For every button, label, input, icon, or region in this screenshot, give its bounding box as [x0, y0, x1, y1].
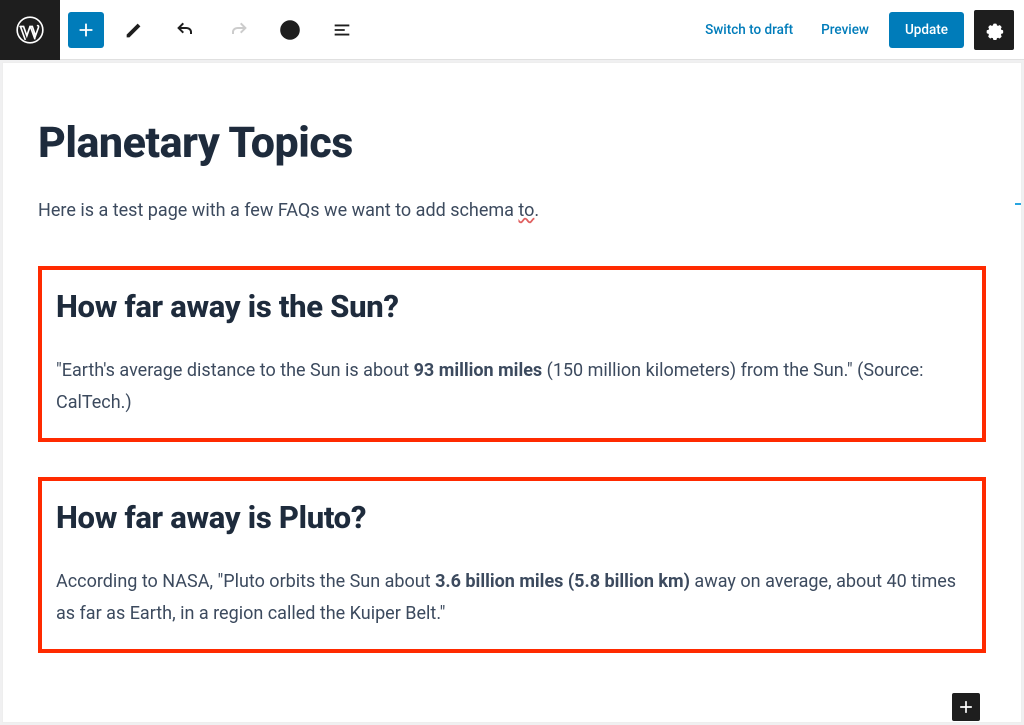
answer-text-pre: "Earth's average distance to the Sun is …	[56, 360, 414, 381]
tools-button[interactable]	[112, 8, 156, 52]
editor-canvas: Planetary Topics Here is a test page wit…	[2, 62, 1022, 723]
intro-paragraph[interactable]: Here is a test page with a few FAQs we w…	[38, 200, 986, 221]
answer-text-bold: 3.6 billion miles (5.8 billion km)	[435, 571, 690, 592]
outline-button[interactable]	[320, 8, 364, 52]
page-title[interactable]: Planetary Topics	[38, 118, 986, 168]
intro-text-pre: Here is a test page with a few FAQs we w…	[38, 200, 518, 221]
settings-button[interactable]	[974, 10, 1014, 50]
undo-button[interactable]	[164, 8, 208, 52]
intro-text-post: .	[534, 200, 539, 221]
details-button[interactable]	[268, 8, 312, 52]
answer-text-pre: According to NASA, "Pluto orbits the Sun…	[56, 571, 435, 592]
switch-to-draft-button[interactable]: Switch to draft	[691, 22, 807, 38]
faq-heading[interactable]: How far away is the Sun?	[56, 288, 968, 325]
faq-answer[interactable]: According to NASA, "Pluto orbits the Sun…	[56, 566, 968, 629]
editor-toolbar: Switch to draft Preview Update	[0, 0, 1024, 60]
intro-text-spellcheck: to	[518, 200, 534, 221]
faq-heading[interactable]: How far away is Pluto?	[56, 499, 968, 536]
faq-block-2[interactable]: How far away is Pluto? According to NASA…	[38, 477, 986, 653]
faq-block-1[interactable]: How far away is the Sun? "Earth's averag…	[38, 266, 986, 442]
update-button[interactable]: Update	[889, 12, 964, 48]
block-inserter-button[interactable]	[68, 12, 104, 48]
sidebar-marker	[1015, 189, 1021, 205]
redo-button[interactable]	[216, 8, 260, 52]
add-block-button[interactable]	[952, 693, 980, 721]
preview-button[interactable]: Preview	[807, 22, 883, 38]
answer-text-bold: 93 million miles	[414, 360, 543, 381]
faq-answer[interactable]: "Earth's average distance to the Sun is …	[56, 355, 968, 418]
wordpress-logo[interactable]	[0, 0, 60, 60]
